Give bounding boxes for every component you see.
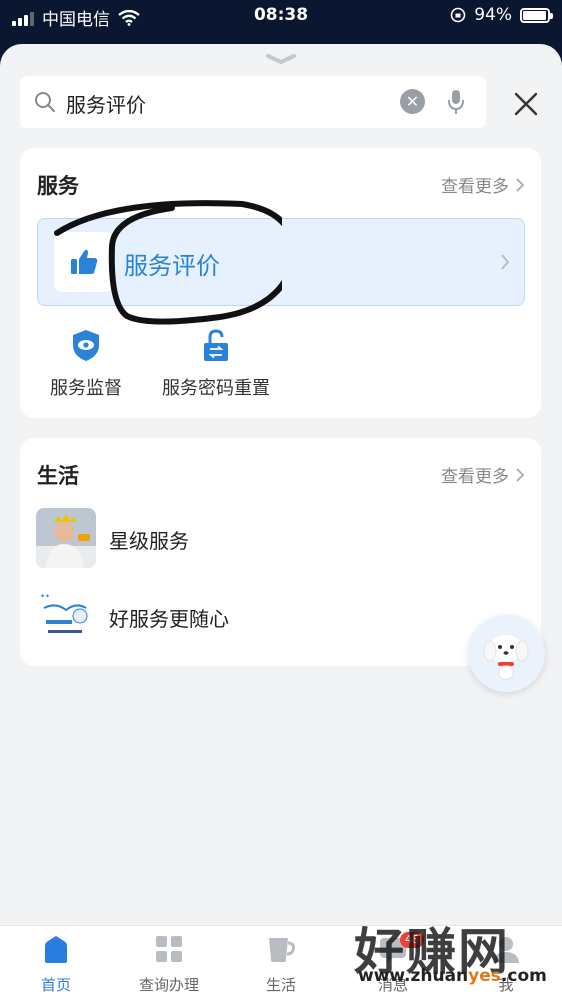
watermark-url: www.zhuanyes.com	[358, 966, 547, 986]
microphone-icon[interactable]	[446, 88, 466, 116]
services-more-link[interactable]: 查看更多	[441, 172, 525, 197]
star-service-label: 星级服务	[109, 529, 189, 553]
search-icon	[35, 92, 55, 112]
services-more-label: 查看更多	[441, 177, 509, 197]
search-value[interactable]: 服务评价	[66, 89, 146, 118]
good-service-thumbnail: ✦✦	[36, 586, 96, 646]
assistant-mascot-button[interactable]	[468, 615, 545, 692]
good-service-label: 好服务更随心	[109, 607, 229, 631]
service-password-reset-item[interactable]: 服务密码重置	[156, 328, 276, 400]
service-supervision-item[interactable]: 服务监督	[46, 328, 126, 400]
life-more-link[interactable]: 查看更多	[441, 462, 525, 487]
star-service-thumbnail	[36, 508, 96, 568]
dog-mascot-icon	[483, 635, 529, 680]
close-icon[interactable]	[510, 88, 542, 120]
site-watermark: 好赚网 www.zhuanyes.com	[354, 912, 554, 992]
services-card: 服务 查看更多 服务评价 服务监督 服务密码重置	[20, 148, 541, 418]
orientation-lock-icon	[450, 7, 466, 23]
battery-percent: 94%	[474, 5, 512, 25]
chevron-right-icon	[516, 177, 525, 192]
tab-home[interactable]: 首页	[11, 934, 101, 995]
status-bar: 中国电信 08:38 94%	[0, 0, 562, 34]
watermark-url-accent: yes	[468, 966, 501, 986]
search-sheet: 服务评价 ✕ 服务 查看更多 服务评价 服务监督 服务密码重置 生活 查看更多 …	[0, 44, 562, 999]
service-supervision-label: 服务监督	[50, 378, 122, 399]
tab-life[interactable]: 生活	[236, 934, 326, 995]
watermark-url-prefix: www.zhuan	[358, 966, 469, 986]
sheet-handle-chevron-icon[interactable]	[265, 52, 297, 66]
service-password-reset-label: 服务密码重置	[162, 378, 270, 399]
home-icon	[45, 936, 67, 963]
chevron-right-icon	[501, 254, 510, 270]
tab-life-label: 生活	[265, 976, 296, 994]
tab-query[interactable]: 查询办理	[124, 934, 214, 995]
chevron-right-icon	[516, 467, 525, 482]
search-input[interactable]: 服务评价 ✕	[20, 76, 486, 128]
tab-home-label: 首页	[40, 976, 71, 994]
cup-icon	[269, 938, 295, 962]
life-item-star-service[interactable]: 星级服务	[36, 508, 516, 570]
battery-icon	[520, 7, 553, 23]
watermark-url-suffix: .com	[500, 966, 547, 986]
clear-search-icon[interactable]: ✕	[400, 89, 425, 114]
life-more-label: 查看更多	[441, 467, 509, 487]
hand-drawn-circle-annotation	[54, 200, 282, 325]
life-title: 生活	[37, 464, 79, 488]
life-item-good-service[interactable]: ✦✦ 好服务更随心	[36, 586, 516, 648]
grid-icon	[156, 936, 182, 962]
svg-text:✦✦: ✦✦	[40, 593, 50, 600]
tab-query-label: 查询办理	[138, 976, 199, 994]
life-card: 生活 查看更多 星级服务 ✦✦ 好服务更随心	[20, 438, 541, 666]
